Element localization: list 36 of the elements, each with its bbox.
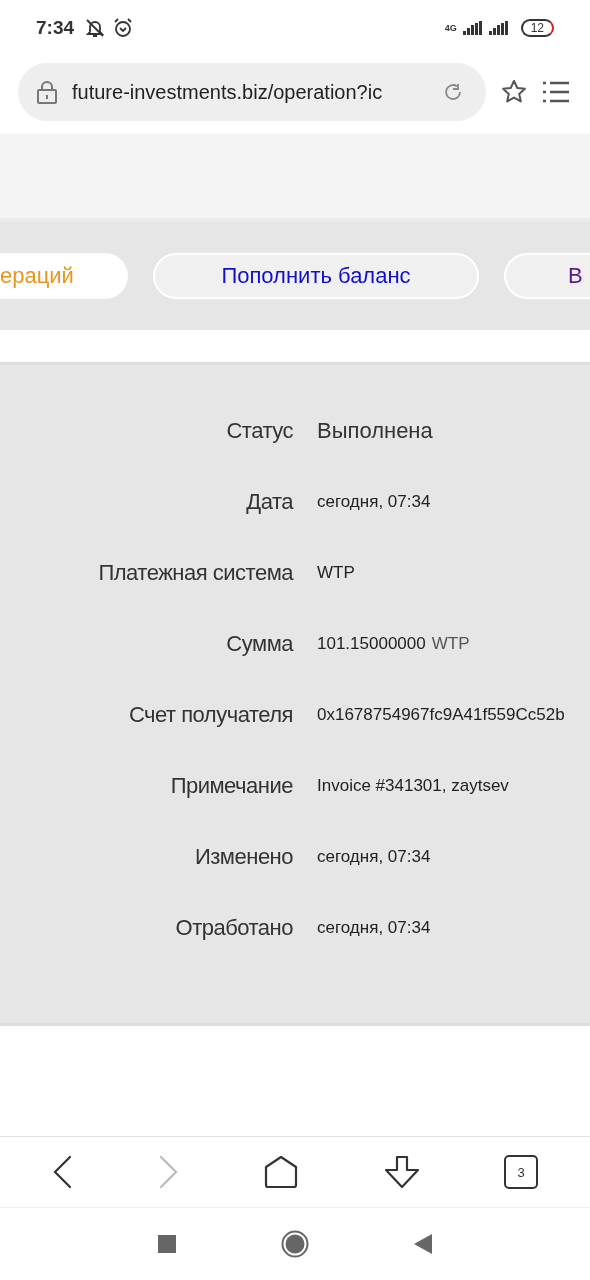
clock-time: 7:34 [36, 17, 75, 39]
battery-level: 12 [520, 19, 554, 37]
muted-bell-icon [84, 17, 107, 39]
field-label: Примечание [169, 772, 293, 799]
menu-icon[interactable] [542, 80, 570, 104]
field-value: 101.15000000 [317, 633, 426, 654]
tab[interactable]: Пополнить баланс [153, 252, 479, 299]
field-value: 0x1678754967fc9A41f559Cc52b [317, 704, 565, 725]
field-label: Изменено [193, 843, 293, 870]
signal-icon [488, 21, 509, 35]
field-label: Счет получателя [127, 701, 293, 728]
home-circle-icon[interactable] [281, 1230, 309, 1258]
field-label: Отработано [174, 914, 293, 941]
field-value: сегодня, 07:34 [317, 917, 431, 938]
field-label: Дата [245, 488, 293, 515]
back-triangle-icon[interactable] [414, 1234, 432, 1254]
field-label: Сумма [225, 630, 293, 657]
tab-count-button[interactable]: 3 [504, 1155, 539, 1189]
url-text: future-investments.biz/operation?ic [72, 80, 384, 104]
back-icon[interactable] [51, 1155, 74, 1189]
reload-icon[interactable] [442, 81, 464, 103]
field-label: Платежная система [97, 559, 293, 586]
field-value: сегодня, 07:34 [317, 846, 431, 867]
field-value: Invoice #341301, zaytsev [317, 775, 509, 796]
field-value: сегодня, 07:34 [317, 491, 431, 512]
download-icon[interactable] [382, 1155, 421, 1189]
currency-unit: WTP [431, 633, 470, 654]
home-icon[interactable] [263, 1155, 299, 1189]
address-field[interactable]: future-investments.biz/operation?ic [18, 63, 486, 121]
network-type: 4G [444, 23, 457, 33]
tab[interactable]: В [504, 252, 590, 299]
lock-icon [36, 80, 58, 104]
signal-icon [462, 21, 483, 35]
field-value: Выполнена [317, 417, 433, 444]
field-label: Статус [225, 417, 293, 444]
field-value: WTP [317, 562, 355, 583]
